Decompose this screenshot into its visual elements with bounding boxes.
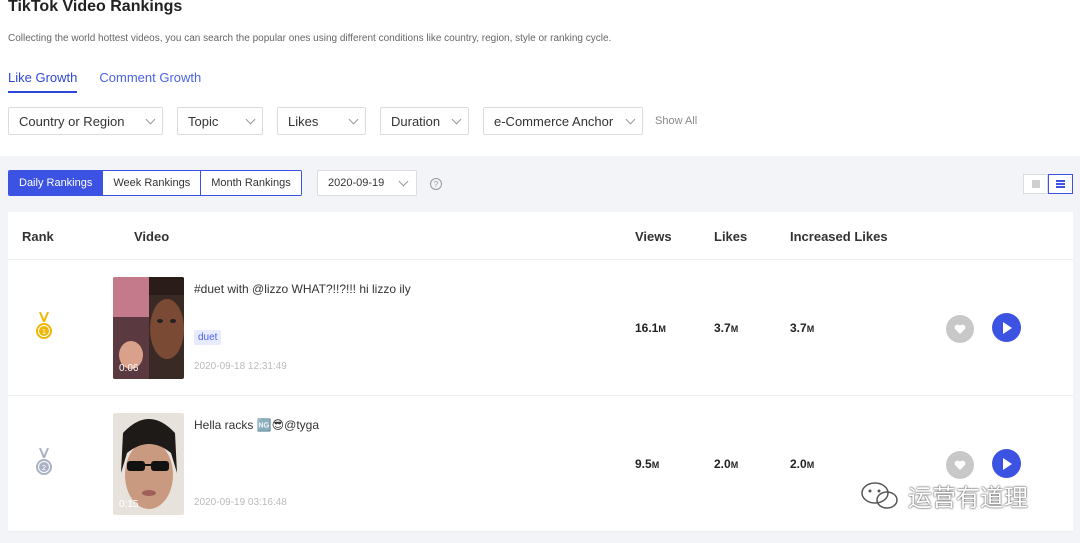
ecommerce-anchor-label: e-Commerce Anchor xyxy=(494,113,614,129)
chevron-down-icon xyxy=(451,114,462,124)
chevron-down-icon xyxy=(145,114,156,124)
header-views: Views xyxy=(635,229,672,244)
header-likes: Likes xyxy=(714,229,748,244)
gold-medal-icon: 1 xyxy=(36,312,52,339)
likes-value: 3.7M xyxy=(714,321,738,335)
view-toggle xyxy=(1023,174,1073,194)
watermark: 运营有道理 xyxy=(860,478,1028,513)
svg-text:1: 1 xyxy=(42,328,46,336)
header-increased-likes: Increased Likes xyxy=(790,229,888,244)
table-header: Rank Video Views Likes Increased Likes xyxy=(8,212,1073,260)
play-button[interactable] xyxy=(992,449,1021,478)
video-title[interactable]: Hella racks 🆖😎@tyga xyxy=(194,418,319,432)
views-unit: M xyxy=(658,324,666,334)
heart-icon xyxy=(954,324,966,334)
tab-daily-rankings[interactable]: Daily Rankings xyxy=(9,171,103,195)
ecommerce-anchor-dropdown[interactable]: e-Commerce Anchor xyxy=(483,107,643,135)
ranking-period-tabs: Daily Rankings Week Rankings Month Ranki… xyxy=(8,170,302,196)
watermark-text: 运营有道理 xyxy=(908,484,1028,512)
heart-icon xyxy=(954,460,966,470)
increased-likes-value: 2.0M xyxy=(790,457,814,471)
views-number: 16.1 xyxy=(635,321,659,335)
likes-dropdown[interactable]: Likes xyxy=(277,107,366,135)
video-date: 2020-09-19 03:16:48 xyxy=(194,497,287,508)
video-duration: 0:15 xyxy=(119,499,139,510)
grid-view-button[interactable] xyxy=(1023,174,1048,194)
duration-label: Duration xyxy=(391,113,441,129)
chevron-down-icon xyxy=(398,176,409,187)
favorite-button[interactable] xyxy=(946,315,974,343)
video-date: 2020-09-18 12:31:49 xyxy=(194,361,287,372)
play-button[interactable] xyxy=(992,313,1021,342)
likes-value: 2.0M xyxy=(714,457,738,471)
video-duration: 0:06 xyxy=(119,363,139,374)
ranking-type-tabs: Like Growth Comment Growth xyxy=(8,70,201,93)
filter-bar: Country or Region Topic Likes Duration e… xyxy=(8,107,697,135)
likes-number: 2.0 xyxy=(714,457,731,471)
views-value: 16.1M xyxy=(635,321,666,335)
wechat-icon xyxy=(861,481,898,509)
grid-icon xyxy=(1031,180,1040,188)
likes-label: Likes xyxy=(288,113,319,129)
increased-likes-value: 3.7M xyxy=(790,321,814,335)
video-tag[interactable]: duet xyxy=(194,330,222,345)
likes-number: 3.7 xyxy=(714,321,731,335)
topic-dropdown[interactable]: Topic xyxy=(177,107,263,135)
favorite-button[interactable] xyxy=(946,451,974,479)
page-subtitle: Collecting the world hottest videos, you… xyxy=(8,33,612,44)
video-thumbnail[interactable]: 0:15 xyxy=(113,413,184,515)
help-icon[interactable]: ? xyxy=(430,178,442,190)
date-value: 2020-09-19 xyxy=(328,177,385,189)
topic-label: Topic xyxy=(188,113,219,129)
video-title[interactable]: #duet with @lizzo WHAT?!!?!!! hi lizzo i… xyxy=(194,282,411,296)
tab-like-growth[interactable]: Like Growth xyxy=(8,70,78,93)
increased-likes-unit: M xyxy=(806,324,815,334)
chevron-down-icon xyxy=(245,114,256,124)
tab-month-rankings[interactable]: Month Rankings xyxy=(200,171,301,195)
silver-medal-icon: 2 xyxy=(36,448,52,475)
chevron-down-icon xyxy=(348,114,359,124)
show-all-link[interactable]: Show All xyxy=(655,115,697,127)
views-number: 9.5 xyxy=(635,457,652,471)
list-icon xyxy=(1056,180,1065,188)
header-rank: Rank xyxy=(22,229,54,244)
chevron-down-icon xyxy=(625,114,636,124)
tab-comment-growth[interactable]: Comment Growth xyxy=(99,70,201,93)
page-title: TikTok Video Rankings xyxy=(8,0,183,15)
page: TikTok Video Rankings Collecting the wor… xyxy=(0,0,1080,543)
increased-likes-number: 3.7 xyxy=(790,321,807,335)
tab-week-rankings[interactable]: Week Rankings xyxy=(102,171,201,195)
duration-dropdown[interactable]: Duration xyxy=(380,107,469,135)
increased-likes-number: 2.0 xyxy=(790,457,807,471)
country-region-dropdown[interactable]: Country or Region xyxy=(8,107,163,135)
increased-likes-unit: M xyxy=(806,460,815,470)
table-row[interactable]: 1 0:06 #duet with @lizzo WHAT?!!?!!! hi … xyxy=(8,260,1073,396)
views-unit: M xyxy=(651,460,660,470)
video-thumbnail[interactable]: 0:06 xyxy=(113,277,184,379)
country-region-label: Country or Region xyxy=(19,113,125,129)
header-video: Video xyxy=(134,229,170,244)
list-view-button[interactable] xyxy=(1048,174,1073,194)
svg-text:2: 2 xyxy=(42,464,46,472)
views-value: 9.5M xyxy=(635,457,659,471)
likes-unit: M xyxy=(730,324,739,334)
date-select[interactable]: 2020-09-19 xyxy=(317,170,417,196)
likes-unit: M xyxy=(730,460,739,470)
